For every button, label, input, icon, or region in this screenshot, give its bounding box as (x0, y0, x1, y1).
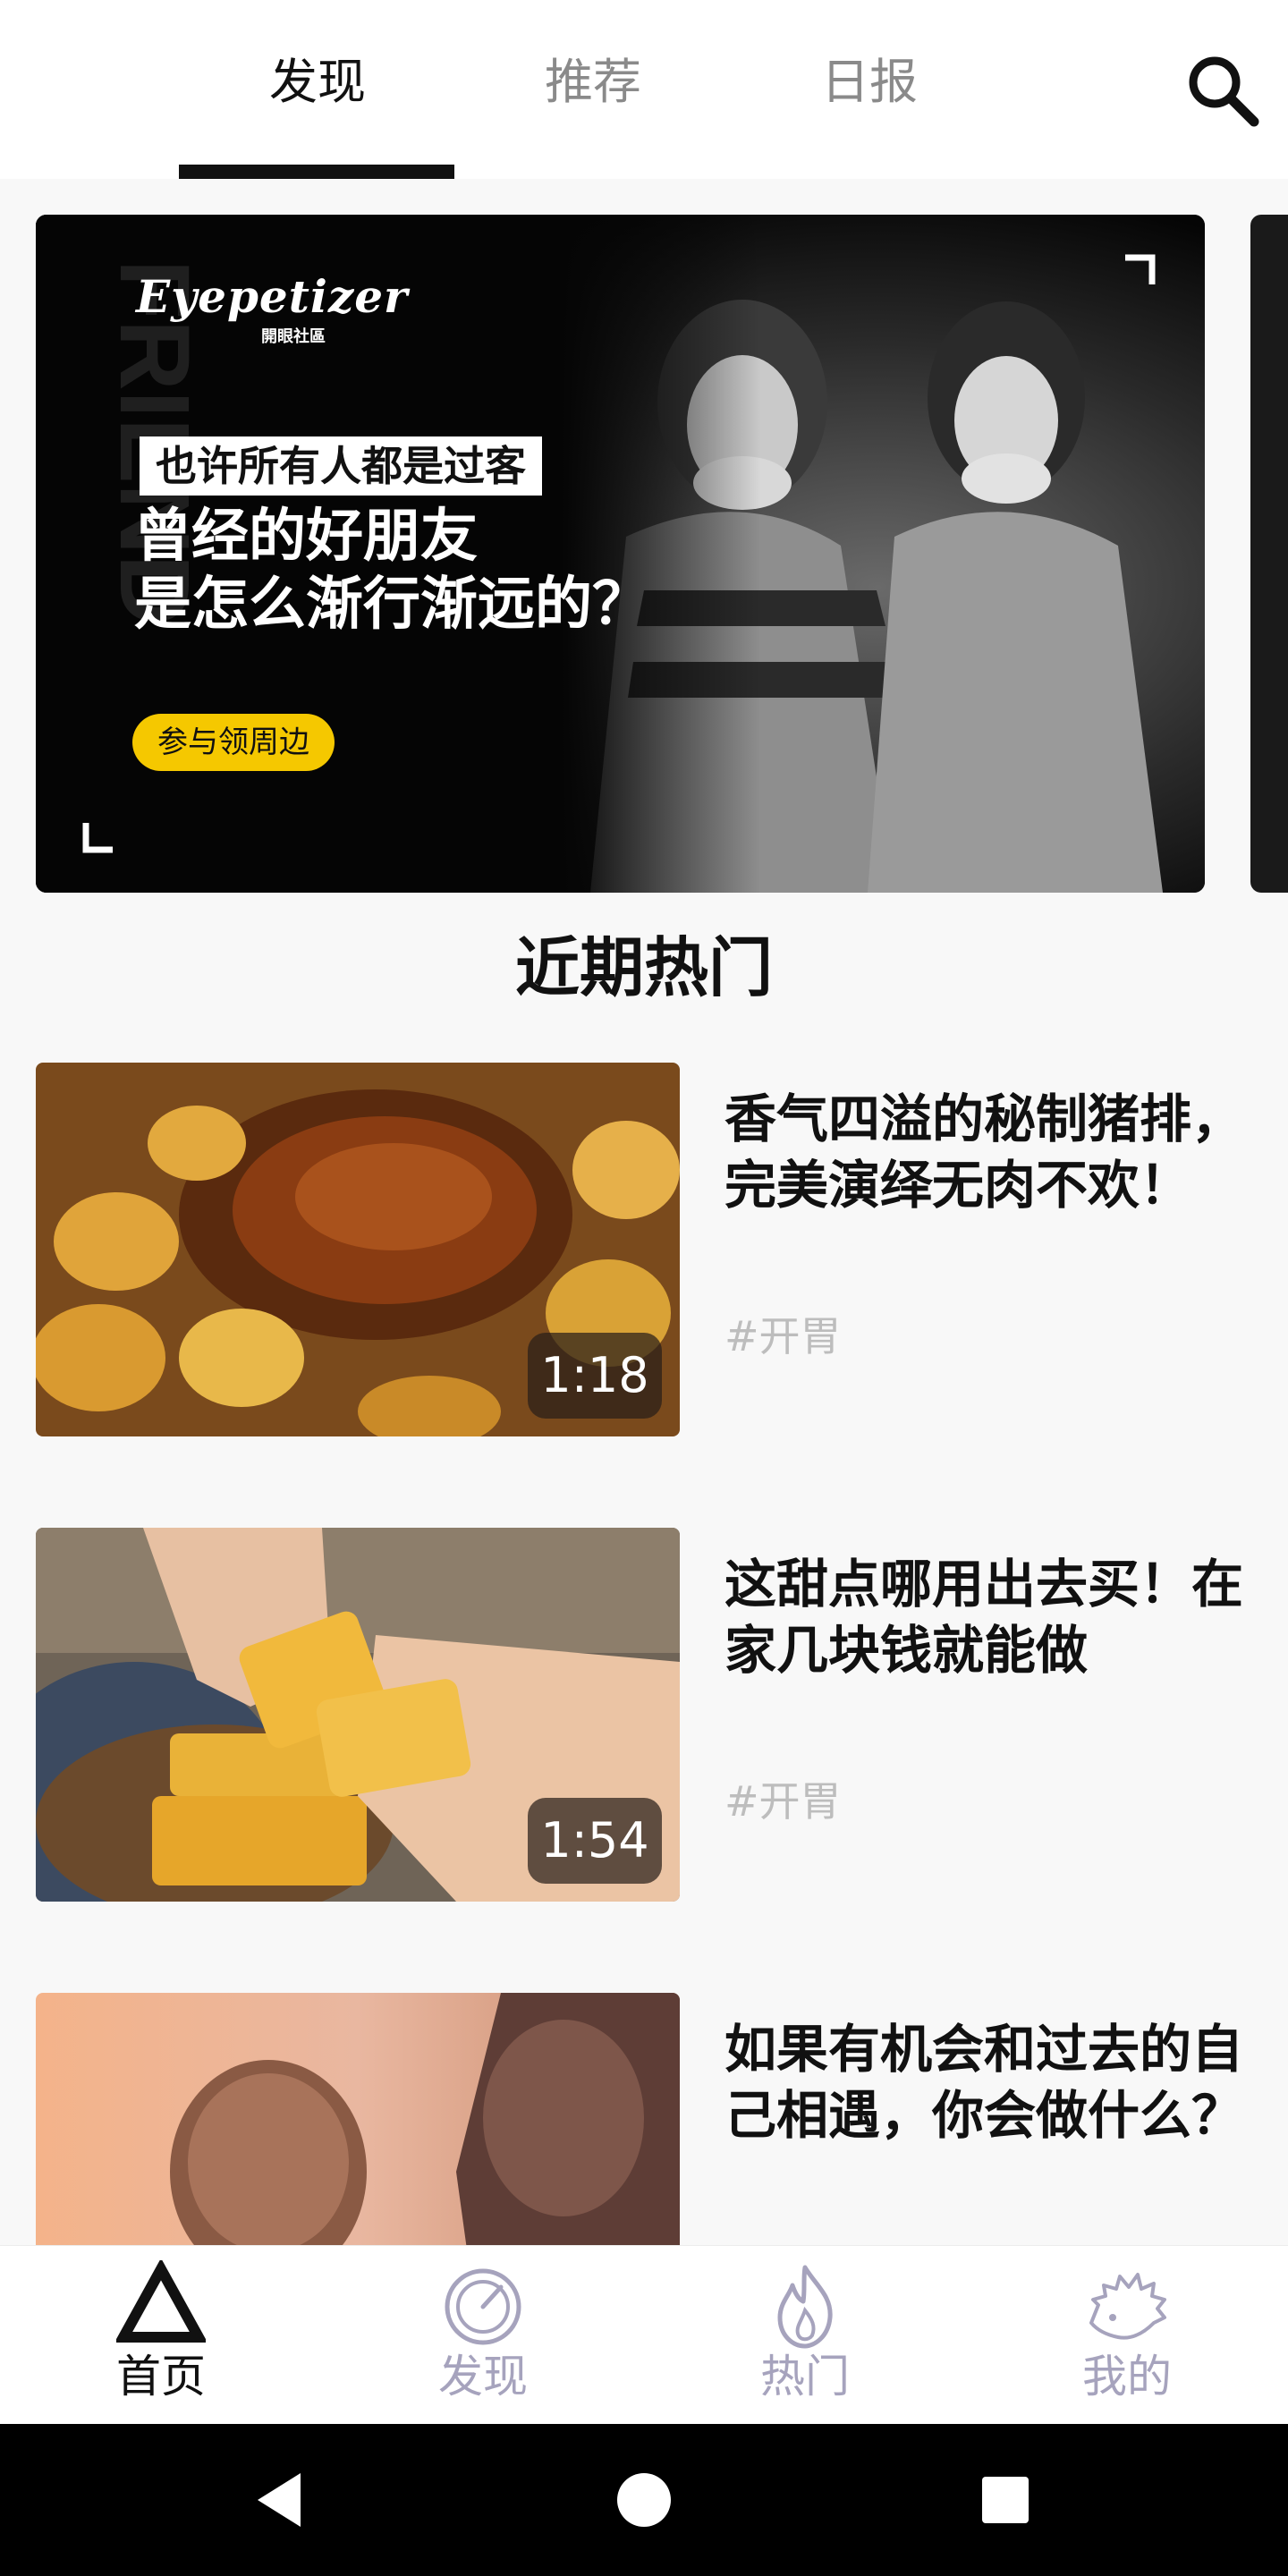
video-thumbnail: 1:54 (36, 1528, 680, 1902)
nav-label-discover: 发现 (438, 2351, 528, 2402)
video-card[interactable]: 1:18 香气四溢的秘制猪排，完美演绎无肉不欢！ #开胃 (36, 1063, 1252, 1438)
banner-headline-line-1: 曾经的好朋友 (134, 503, 478, 570)
hedgehog-icon (1089, 2273, 1166, 2340)
video-duration: 1:18 (528, 1333, 662, 1419)
banner-kicker: 也许所有人都是过客 (140, 436, 542, 496)
banner-headline: 曾经的好朋友 是怎么渐行渐远的？ (134, 503, 814, 639)
tab-recommend[interactable]: 推荐 (454, 47, 732, 118)
nav-label-hot: 热门 (760, 2351, 850, 2402)
tab-discover[interactable]: 发现 (179, 47, 456, 118)
search-icon (1189, 56, 1259, 127)
search-button[interactable] (1179, 47, 1268, 136)
back-icon[interactable] (238, 2455, 327, 2545)
recents-icon[interactable] (961, 2455, 1050, 2545)
video-title[interactable]: 香气四溢的秘制猪排，完美演绎无肉不欢！ (724, 1086, 1252, 1218)
video-title[interactable]: 这甜点哪用出去买！在家几块钱就能做 (724, 1551, 1252, 1683)
nav-item-mine[interactable]: 我的 (966, 2246, 1288, 2425)
video-duration: 1:54 (528, 1798, 662, 1884)
video-thumbnail: 1:18 (36, 1063, 680, 1436)
bottom-navigation: 首页 发现 热门 我的 (0, 2245, 1288, 2424)
video-tag[interactable]: #开胃 (724, 1309, 842, 1363)
compass-icon (445, 2268, 521, 2345)
home-icon[interactable] (599, 2455, 689, 2545)
active-tab-indicator (179, 165, 454, 179)
nav-item-home[interactable]: 首页 (0, 2246, 322, 2425)
nav-item-hot[interactable]: 热门 (644, 2246, 966, 2425)
banner-headline-line-2: 是怎么渐行渐远的？ (134, 571, 649, 638)
video-card[interactable]: 1:54 这甜点哪用出去买！在家几块钱就能做 #开胃 (36, 1528, 1252, 1903)
triangle-home-icon (116, 2260, 206, 2343)
section-title: 近期热门 (514, 930, 773, 1005)
banner-cta-button[interactable]: 参与领周边 (132, 714, 335, 771)
system-navigation-bar (0, 2424, 1288, 2576)
tab-daily[interactable]: 日报 (731, 47, 1008, 118)
featured-banner[interactable]: FRIEND Eyepetizer 開眼社區 也许所有人都是过客 曾经的好朋友 … (36, 215, 1205, 893)
flame-icon (777, 2265, 833, 2349)
nav-label-home: 首页 (116, 2351, 206, 2402)
banner-brand-subtitle: 開眼社區 (261, 327, 326, 346)
video-title[interactable]: 如果有机会和过去的自己相遇，你会做什么？ (724, 2016, 1252, 2148)
nav-label-mine: 我的 (1082, 2351, 1172, 2402)
banner-brand-logo: Eyepetizer (136, 270, 409, 323)
top-tab-bar: 发现 推荐 日报 (0, 0, 1288, 179)
video-tag[interactable]: #开胃 (724, 1775, 842, 1828)
nav-item-discover[interactable]: 发现 (322, 2246, 644, 2425)
next-banner-peek[interactable] (1250, 215, 1288, 893)
